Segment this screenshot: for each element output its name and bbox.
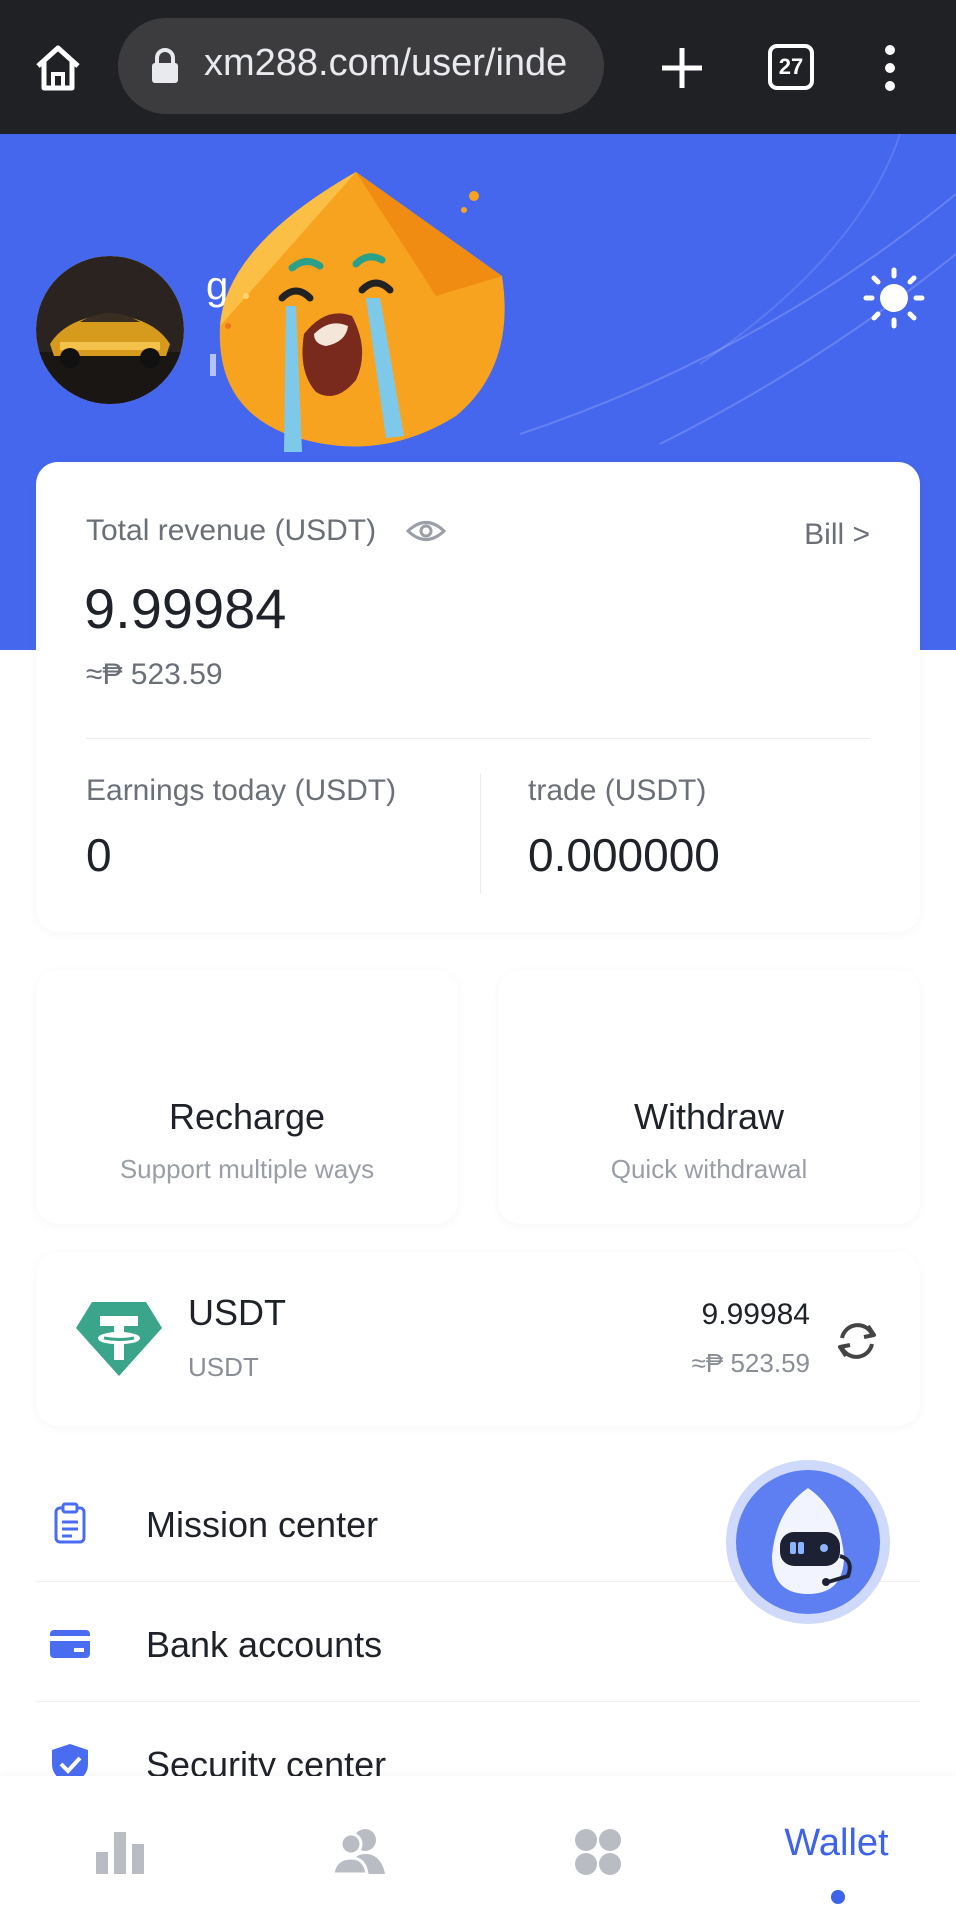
active-indicator (831, 1890, 845, 1904)
recharge-button[interactable]: Recharge Support multiple ways (36, 970, 458, 1224)
car-image (36, 256, 184, 404)
divider (86, 738, 870, 739)
lock-icon (152, 48, 178, 83)
asset-fiat: ≈₱ 523.59 (691, 1348, 810, 1378)
nav-markets[interactable] (0, 1776, 239, 1920)
recharge-title: Recharge (168, 1096, 326, 1137)
crying-emoji-sticker (219, 172, 505, 452)
clipboard-icon (54, 1502, 86, 1544)
bottom-nav: Wallet (0, 1776, 956, 1920)
nav-team[interactable] (239, 1776, 478, 1920)
revenue-card: Total revenue (USDT) Bill > 9.99984 ≈₱ 5… (36, 462, 920, 932)
chart-icon (96, 1832, 144, 1874)
support-robot-icon (772, 1488, 852, 1594)
earnings-today-label: Earnings today (USDT) (86, 774, 397, 807)
trade-label: trade (USDT) (528, 774, 707, 807)
asset-subname: USDT (188, 1352, 259, 1382)
asset-amount: 9.99984 (701, 1298, 810, 1331)
withdraw-subtitle: Quick withdrawal (610, 1154, 808, 1184)
earnings-today-value: 0 (86, 829, 112, 881)
tabs-count-button[interactable]: 27 (768, 44, 814, 90)
eye-icon[interactable] (406, 516, 446, 546)
more-icon[interactable] (872, 42, 908, 94)
total-revenue-label: Total revenue (USDT) (86, 514, 377, 547)
total-revenue-value: 9.99984 (84, 577, 287, 640)
bill-link[interactable]: Bill > (804, 518, 870, 552)
new-tab-icon[interactable] (654, 40, 710, 96)
sun-icon[interactable] (862, 266, 926, 330)
customer-support-button[interactable] (726, 1460, 890, 1624)
nav-wallet-label: Wallet (784, 1822, 889, 1864)
nav-wallet[interactable]: Wallet (717, 1776, 956, 1920)
total-revenue-fiat: ≈₱ 523.59 (86, 658, 223, 691)
menu-label: Mission center (146, 1504, 379, 1545)
refresh-icon[interactable] (832, 1316, 882, 1366)
address-bar[interactable]: xm288.com/user/inde (118, 18, 604, 114)
card-icon (50, 1630, 90, 1658)
users-icon (331, 1829, 385, 1876)
divider (480, 774, 481, 894)
nav-apps[interactable] (478, 1776, 717, 1920)
avatar[interactable] (36, 256, 184, 404)
usdt-asset-row[interactable]: USDT USDT 9.99984 ≈₱ 523.59 (36, 1252, 920, 1426)
url-text: xm288.com/user/inde (204, 42, 568, 84)
recharge-subtitle: Support multiple ways (119, 1154, 375, 1184)
menu-label: Bank accounts (146, 1624, 383, 1665)
withdraw-button[interactable]: Withdraw Quick withdrawal (498, 970, 920, 1224)
browser-toolbar: xm288.com/user/inde 27 (0, 0, 956, 134)
trade-value: 0.000000 (528, 829, 720, 881)
asset-name: USDT (188, 1292, 286, 1333)
withdraw-title: Withdraw (633, 1096, 785, 1137)
home-icon[interactable] (30, 40, 86, 96)
tether-icon (76, 1302, 162, 1376)
apps-icon (575, 1829, 621, 1875)
